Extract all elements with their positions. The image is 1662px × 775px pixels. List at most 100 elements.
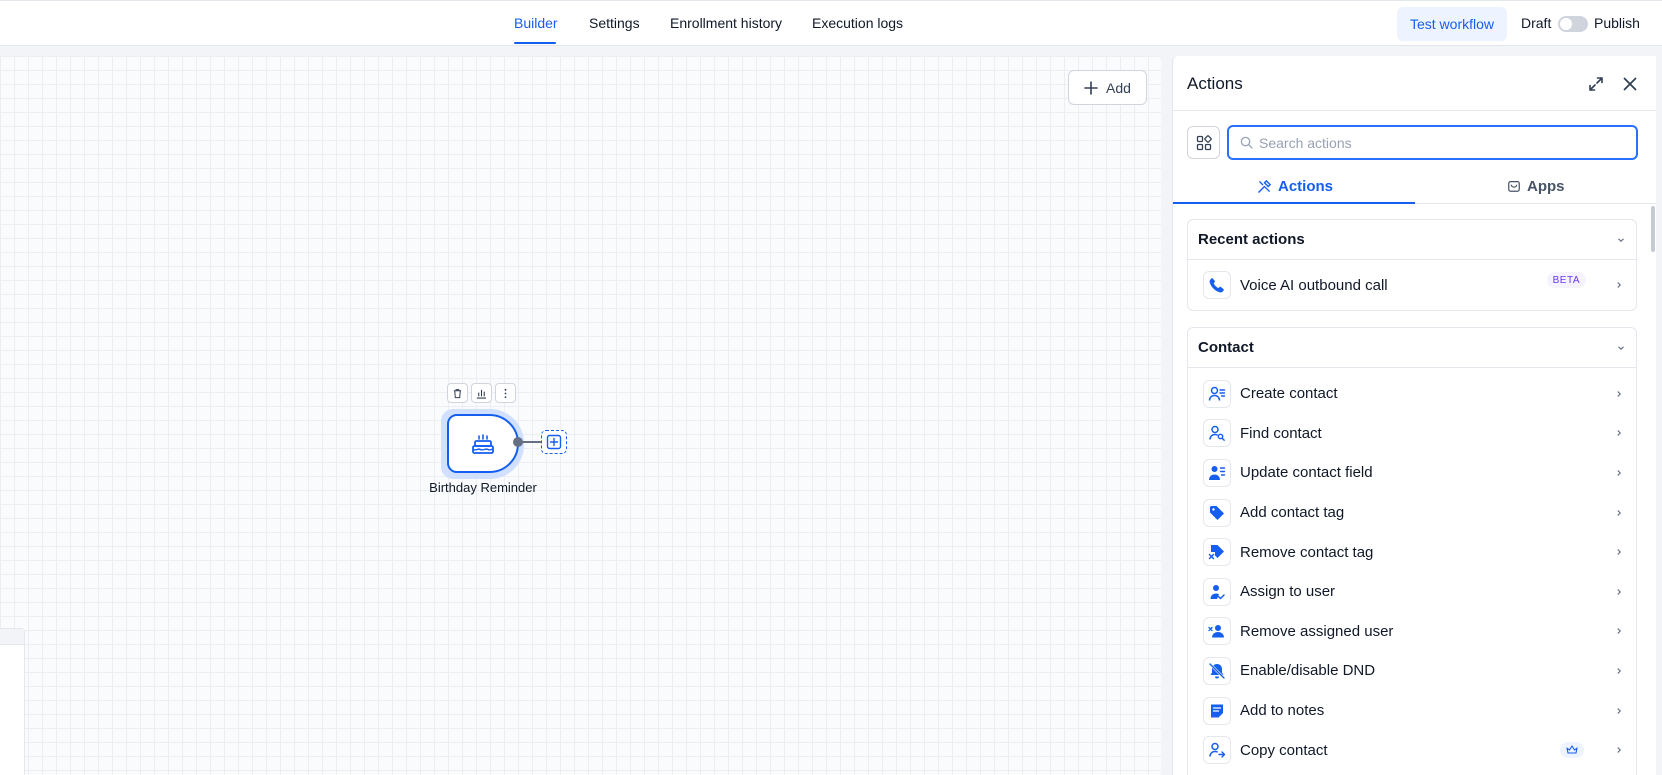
- action-item-create-contact[interactable]: Create contact: [1188, 374, 1636, 414]
- action-item-label: Create contact: [1240, 385, 1338, 403]
- user-remove-icon: [1203, 617, 1231, 646]
- section-header-contact[interactable]: Contact: [1188, 328, 1636, 368]
- section-contact: Contact Create contact Find contact Upda…: [1187, 327, 1637, 775]
- tab-settings[interactable]: Settings: [589, 15, 640, 31]
- chevron-down-icon: [1618, 345, 1624, 350]
- action-item-label: Copy contact: [1240, 741, 1328, 759]
- action-item-copy-contact[interactable]: Copy contact: [1188, 730, 1636, 770]
- chevron-right-icon: [1617, 668, 1622, 674]
- node-label: Birthday Reminder: [429, 480, 537, 495]
- plus-icon: [1084, 80, 1098, 95]
- add-button-label: Add: [1106, 79, 1131, 96]
- workflow-canvas[interactable]: Add Birthday Reminder: [0, 56, 1161, 775]
- action-item-enable-disable-dnd[interactable]: Enable/disable DND: [1188, 651, 1636, 691]
- tools-icon: [1258, 179, 1272, 193]
- top-bar: Builder Settings Enrollment history Exec…: [0, 0, 1662, 46]
- tab-actions[interactable]: Actions: [1257, 173, 1333, 199]
- action-item-remove-assigned-user[interactable]: Remove assigned user: [1188, 612, 1636, 652]
- minimap-panel: [0, 628, 25, 775]
- section-title: Contact: [1198, 339, 1254, 356]
- chevron-right-icon: [1617, 430, 1622, 437]
- action-item-find-contact[interactable]: Find contact: [1188, 414, 1636, 454]
- action-item-label: Remove contact tag: [1240, 543, 1374, 561]
- delete-node-button[interactable]: [447, 383, 468, 403]
- action-item-add-contact-tag[interactable]: Add contact tag: [1188, 493, 1636, 533]
- user-edit-icon: [1203, 458, 1231, 487]
- chevron-right-icon: [1617, 390, 1622, 397]
- tab-apps[interactable]: Apps: [1507, 173, 1565, 199]
- action-item-add-to-notes[interactable]: Add to notes: [1188, 691, 1636, 731]
- close-icon[interactable]: [1620, 74, 1640, 94]
- add-button[interactable]: Add: [1068, 70, 1147, 105]
- connector-handle[interactable]: [513, 437, 523, 447]
- chevron-right-icon: [1617, 549, 1622, 556]
- panel-title: Actions: [1187, 74, 1243, 93]
- chevron-right-icon: [1617, 628, 1622, 635]
- section-title: Recent actions: [1198, 231, 1305, 248]
- panel-header-divider: [1173, 110, 1656, 111]
- phone-icon: [1203, 271, 1231, 299]
- search-box: [1227, 125, 1638, 160]
- user-list-icon: [1203, 379, 1231, 408]
- search-input[interactable]: [1259, 134, 1619, 151]
- panel-tab-underline: [1173, 202, 1415, 204]
- node-stats-button[interactable]: [471, 383, 492, 403]
- more-vertical-icon: [504, 388, 507, 398]
- user-search-icon: [1203, 419, 1231, 448]
- test-workflow-button[interactable]: Test workflow: [1397, 7, 1507, 41]
- tab-apps-label: Apps: [1527, 177, 1565, 195]
- action-item-label: Find contact: [1240, 424, 1322, 442]
- chevron-right-icon: [1617, 747, 1622, 754]
- section-recent-actions: Recent actions Voice AI outbound call BE…: [1187, 219, 1637, 311]
- tab-active-underline: [514, 42, 556, 44]
- action-item-label: Voice AI outbound call: [1240, 276, 1388, 294]
- toggle-knob: [1560, 18, 1572, 30]
- grid-view-button[interactable]: [1187, 126, 1220, 159]
- node-more-button[interactable]: [495, 383, 516, 403]
- panel-scrollbar[interactable]: [1651, 206, 1655, 252]
- user-copy-icon: [1203, 736, 1231, 765]
- action-item-label: Enable/disable DND: [1240, 662, 1376, 680]
- tab-enrollment-history[interactable]: Enrollment history: [670, 15, 782, 31]
- action-item-assign-to-user[interactable]: Assign to user: [1188, 572, 1636, 612]
- crown-icon: [1566, 745, 1578, 754]
- chevron-right-icon: [1617, 470, 1622, 476]
- action-item-label: Assign to user: [1240, 583, 1336, 601]
- node-toolbar: [447, 383, 516, 403]
- action-item-remove-contact-tag[interactable]: Remove contact tag: [1188, 532, 1636, 572]
- tab-actions-label: Actions: [1278, 177, 1334, 195]
- action-item-label: Add to notes: [1240, 702, 1325, 720]
- beta-badge: BETA: [1546, 272, 1586, 288]
- draft-label: Draft: [1521, 15, 1552, 31]
- minimap-header: [0, 629, 24, 645]
- chevron-right-icon: [1617, 707, 1622, 714]
- note-icon: [1203, 696, 1231, 725]
- bell-off-icon: [1203, 656, 1231, 685]
- chevron-down-icon: [1618, 237, 1624, 242]
- action-item-label: Update contact field: [1240, 464, 1373, 482]
- birthday-cake-icon: [472, 433, 494, 454]
- search-icon: [1240, 136, 1253, 149]
- chevron-right-icon: [1617, 588, 1622, 595]
- tag-icon: [1203, 498, 1231, 527]
- expand-icon[interactable]: [1586, 74, 1606, 94]
- plus-square-icon: [546, 434, 562, 450]
- bar-chart-icon: [476, 389, 487, 399]
- section-header-recent-actions[interactable]: Recent actions: [1188, 220, 1636, 260]
- trash-icon: [453, 388, 462, 398]
- trigger-node[interactable]: [447, 414, 519, 473]
- tab-execution-logs[interactable]: Execution logs: [812, 15, 903, 31]
- action-item-voice-ai-outbound-call[interactable]: Voice AI outbound call BETA: [1188, 260, 1636, 310]
- action-item-label: Remove assigned user: [1240, 622, 1394, 640]
- user-assign-icon: [1203, 577, 1231, 606]
- store-icon: [1508, 181, 1520, 192]
- grid-icon: [1196, 134, 1212, 150]
- action-item-label: Add contact tag: [1240, 504, 1345, 522]
- add-step-button[interactable]: [541, 430, 567, 454]
- publish-toggle[interactable]: [1558, 16, 1588, 32]
- publish-label: Publish: [1594, 15, 1640, 31]
- chevron-right-icon: [1617, 509, 1622, 516]
- tab-builder[interactable]: Builder: [514, 15, 558, 31]
- premium-badge: [1560, 742, 1584, 759]
- action-item-update-contact-field[interactable]: Update contact field: [1188, 453, 1636, 493]
